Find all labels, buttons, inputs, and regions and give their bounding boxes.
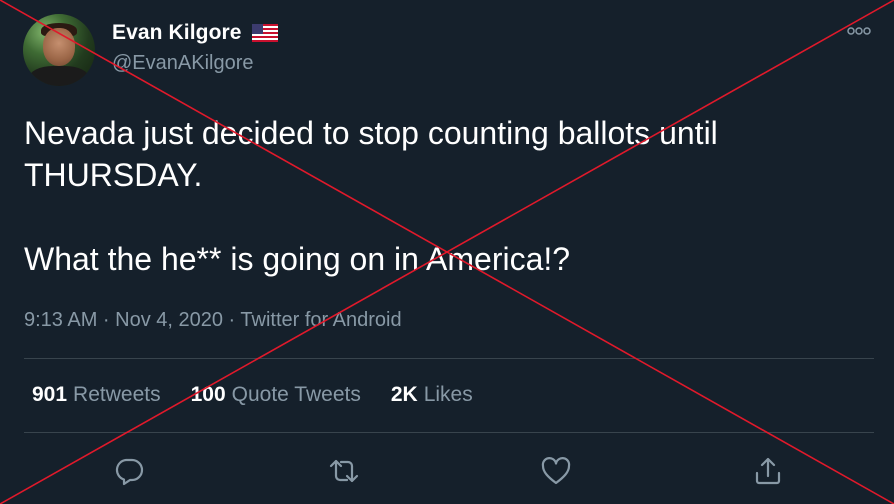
likes-count: 2K bbox=[390, 383, 418, 406]
share-icon[interactable] bbox=[752, 455, 784, 487]
likes-label: Likes bbox=[423, 383, 473, 406]
avatar[interactable] bbox=[23, 14, 95, 86]
user-header[interactable]: Evan Kilgore bbox=[112, 21, 278, 45]
flag-us-icon bbox=[251, 24, 278, 42]
tweet-meta[interactable]: 9:13 AM · Nov 4, 2020 · Twitter for Andr… bbox=[24, 309, 402, 332]
avatar-shirt bbox=[29, 66, 89, 86]
retweets-count: 901 bbox=[32, 383, 68, 406]
like-icon[interactable] bbox=[540, 455, 572, 487]
avatar-face bbox=[43, 28, 75, 66]
more-icon[interactable] bbox=[846, 24, 872, 38]
retweets-stat[interactable]: 901 Retweets bbox=[32, 383, 161, 407]
divider-bottom bbox=[24, 432, 874, 433]
quote-count: 100 bbox=[190, 383, 226, 406]
quote-label: Quote Tweets bbox=[231, 383, 361, 406]
likes-stat[interactable]: 2K Likes bbox=[391, 383, 473, 407]
quote-tweets-stat[interactable]: 100 Quote Tweets bbox=[191, 383, 361, 407]
retweets-label: Retweets bbox=[73, 383, 161, 406]
action-bar bbox=[0, 455, 894, 489]
tweet-text: Nevada just decided to stop counting bal… bbox=[24, 115, 718, 277]
retweet-icon[interactable] bbox=[328, 455, 360, 487]
display-name[interactable]: Evan Kilgore bbox=[112, 21, 242, 45]
reply-icon[interactable] bbox=[113, 455, 145, 487]
user-handle[interactable]: @EvanAKilgore bbox=[112, 52, 253, 75]
divider-top bbox=[24, 358, 874, 359]
tweet-stats: 901 Retweets 100 Quote Tweets 2K Likes bbox=[32, 383, 503, 407]
